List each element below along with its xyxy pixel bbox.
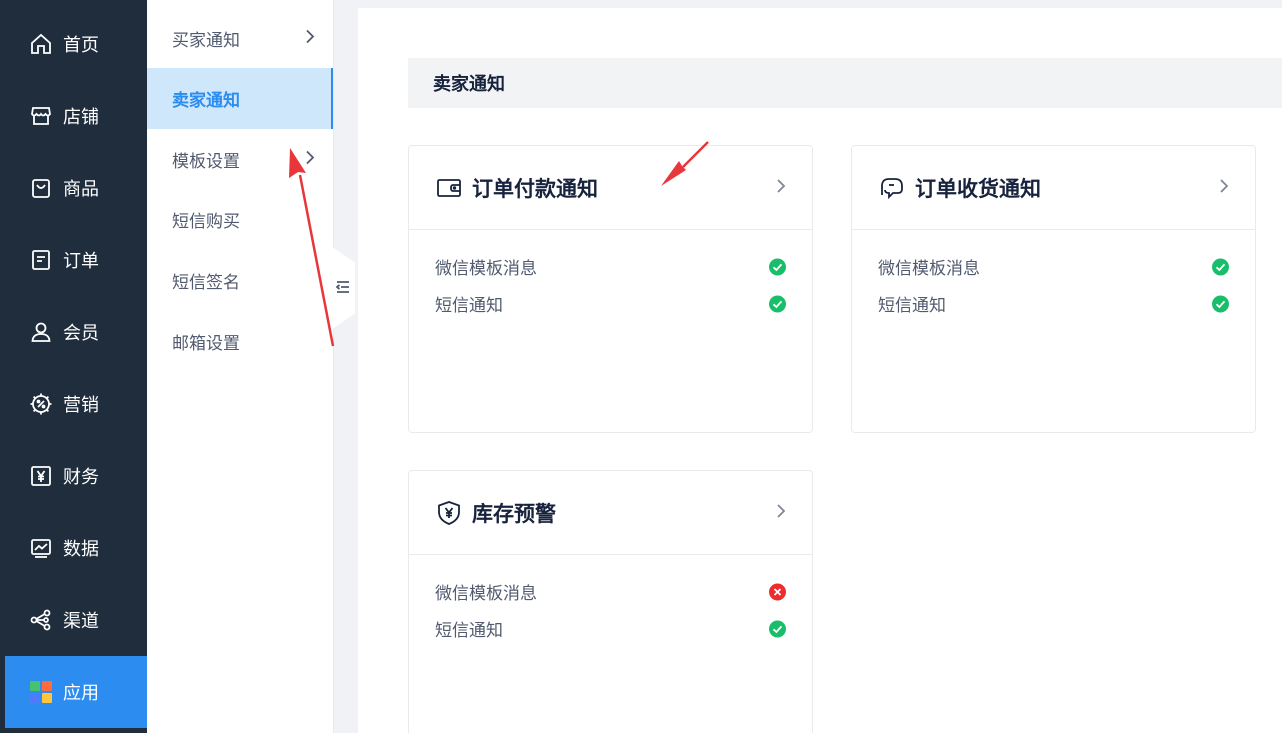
card-rows: 微信模板消息 短信通知 [409,230,812,322]
chevron-right-icon [305,149,315,170]
collapse-sidebar-toggle[interactable] [331,246,355,330]
section-title: 卖家通知 [408,58,1282,108]
bag-icon [29,176,53,200]
card-header: 订单收货通知 [852,146,1255,230]
card-header: 库存预警 [409,471,812,555]
nav-label: 数据 [63,539,99,560]
chevron-right-icon [305,28,315,49]
row-label: 短信通知 [435,621,503,641]
card-rows: 微信模板消息 短信通知 [409,555,812,647]
check-circle-icon [769,620,786,637]
receipt-icon [879,175,905,201]
nav-label: 渠道 [63,611,99,632]
card-title: 库存预警 [472,501,556,526]
card-row-wechat: 微信模板消息 [852,248,1255,285]
card-header: 订单付款通知 [409,146,812,230]
nav-label: 财务 [63,467,99,488]
chevron-right-icon[interactable] [776,178,786,198]
chevron-right-icon[interactable] [1219,178,1229,198]
nav-item-channels[interactable]: 渠道 [0,584,147,656]
nav-item-apps[interactable]: 应用 [5,656,147,728]
row-label: 微信模板消息 [878,259,980,279]
nav-item-home[interactable]: 首页 [0,8,147,80]
nav-label: 商品 [63,179,99,200]
nav-item-store[interactable]: 店铺 [0,80,147,152]
check-circle-icon [1212,258,1229,275]
card-row-sms: 短信通知 [409,285,812,322]
sub-item-label: 短信签名 [172,273,240,293]
sub-item-email-settings[interactable]: 邮箱设置 [147,311,333,372]
sub-item-buyer-notify[interactable]: 买家通知 [147,8,333,69]
sub-item-seller-notify[interactable]: 卖家通知 [147,68,333,129]
nav-item-data[interactable]: 数据 [0,512,147,584]
card-rows: 微信模板消息 短信通知 [852,230,1255,322]
order-icon [29,248,53,272]
chart-icon [29,536,53,560]
sub-item-sms-purchase[interactable]: 短信购买 [147,189,333,250]
check-circle-icon [1212,295,1229,312]
row-label: 短信通知 [878,296,946,316]
check-circle-icon [769,295,786,312]
nav-item-members[interactable]: 会员 [0,296,147,368]
card-row-wechat: 微信模板消息 [409,248,812,285]
sub-item-label: 模板设置 [172,152,240,172]
nav-label: 营销 [63,395,99,416]
row-label: 短信通知 [435,296,503,316]
card-row-wechat: 微信模板消息 [409,573,812,610]
finance-yen-icon [29,464,53,488]
nav-item-marketing[interactable]: 营销 [0,368,147,440]
card-row-sms: 短信通知 [852,285,1255,322]
nav-label: 店铺 [63,107,99,128]
shield-yen-icon [436,500,462,526]
nav-label: 会员 [63,323,99,344]
section-title-text: 卖家通知 [433,74,505,95]
sub-item-label: 买家通知 [172,31,240,51]
sub-item-sms-signature[interactable]: 短信签名 [147,250,333,311]
chevron-right-icon[interactable] [776,503,786,523]
nav-label: 订单 [63,251,99,272]
check-circle-icon [769,258,786,275]
card-row-sms: 短信通知 [409,610,812,647]
app-root: 首页 店铺 商品 订单 会员 营销 财务 数据 渠道 应用 买家通知 卖家通知 … [0,0,1282,733]
share-icon [29,608,53,632]
apps-icon [29,680,53,704]
card-inventory-alert[interactable]: 库存预警 微信模板消息 短信通知 [408,470,813,733]
home-icon [29,32,53,56]
sub-item-template-settings[interactable]: 模板设置 [147,129,333,190]
store-icon [29,104,53,128]
sub-item-label: 卖家通知 [172,91,240,111]
main-nav: 首页 店铺 商品 订单 会员 营销 财务 数据 渠道 应用 [0,0,147,733]
sub-item-label: 邮箱设置 [172,334,240,354]
card-title: 订单付款通知 [472,176,598,201]
row-label: 微信模板消息 [435,584,537,604]
nav-label: 应用 [63,683,99,704]
row-label: 微信模板消息 [435,259,537,279]
user-icon [29,320,53,344]
nav-label: 首页 [63,35,99,56]
card-order-payment-notify[interactable]: 订单付款通知 微信模板消息 短信通知 [408,145,813,433]
card-title: 订单收货通知 [915,176,1041,201]
nav-item-orders[interactable]: 订单 [0,224,147,296]
card-order-receipt-notify[interactable]: 订单收货通知 微信模板消息 短信通知 [851,145,1256,433]
content-panel: 卖家通知 订单付款通知 微信模板消息 短信通知 订单收货通知 微信模板消息 短信… [358,8,1282,733]
sub-nav: 买家通知 卖家通知 模板设置 短信购买 短信签名 邮箱设置 [147,0,334,733]
nav-item-finance[interactable]: 财务 [0,440,147,512]
error-circle-icon [769,583,786,600]
nav-item-goods[interactable]: 商品 [0,152,147,224]
wallet-icon [436,175,462,201]
marketing-gear-icon [29,392,53,416]
collapse-menu-icon [335,279,350,298]
sub-item-label: 短信购买 [172,212,240,232]
